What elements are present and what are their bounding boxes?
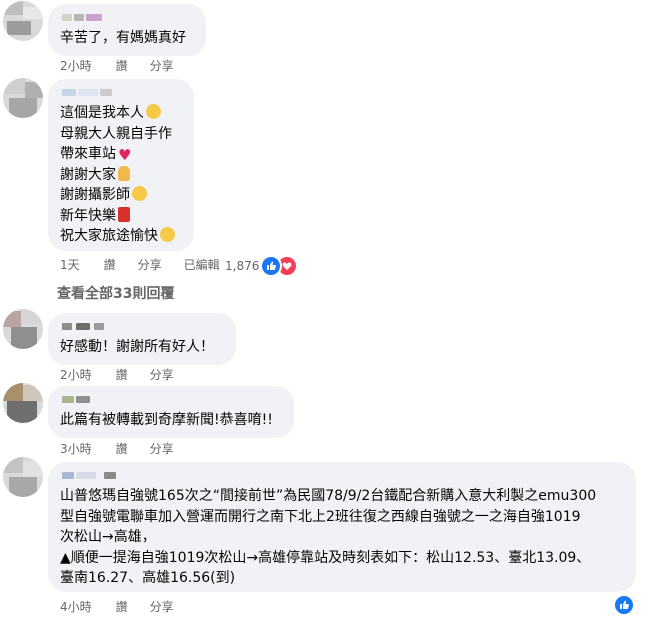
comment-bubble: 山普悠瑪自強號165次之“間接前世”為民國78/9/2台鐵配合新購入意大利製之e…	[48, 462, 636, 592]
avatar[interactable]	[3, 1, 43, 41]
pleading-face-icon	[132, 186, 147, 201]
comment-actions: 2小時 讚 分享	[60, 57, 196, 75]
smiling-face-icon	[160, 227, 175, 242]
comment-line: 這個是我本人	[60, 103, 182, 124]
comment-bubble: 這個是我本人 母親大人親自手作 帶來車站 ♥ 謝謝大家 謝謝攝影師 新年快樂 祝大…	[48, 79, 194, 251]
reaction-summary[interactable]	[613, 594, 635, 616]
reaction-summary[interactable]: 1,876	[225, 255, 299, 277]
red-envelope-icon	[118, 206, 130, 222]
comment-time[interactable]: 2小時	[60, 366, 92, 384]
comment-line: 型自強號電聯車加入營運而開行之南下北上2班往復之西線自強號之一之海自強1019	[60, 508, 581, 525]
comment-time[interactable]: 2小時	[60, 57, 92, 75]
comment-line: 謝謝大家	[60, 165, 182, 186]
avatar[interactable]	[3, 78, 43, 118]
flushed-face-icon	[146, 104, 161, 119]
comment-time[interactable]: 1天	[60, 256, 80, 274]
share-button[interactable]: 分享	[150, 366, 174, 384]
red-heart-icon: ♥	[118, 146, 132, 164]
commenter-name-redacted[interactable]	[60, 321, 224, 333]
commenter-name-redacted[interactable]	[60, 12, 194, 24]
comment-actions: 1天 讚 分享 已編輯	[60, 256, 242, 274]
share-button[interactable]: 分享	[138, 256, 162, 274]
comment-line: 母親大人親自手作	[60, 125, 172, 142]
avatar[interactable]	[3, 383, 43, 423]
like-button[interactable]: 讚	[116, 57, 128, 75]
comment-line: 新年快樂	[60, 206, 182, 227]
share-button[interactable]: 分享	[150, 598, 174, 616]
avatar[interactable]	[3, 457, 43, 497]
comment-actions: 3小時 讚 分享	[60, 440, 196, 458]
comment-line: 山普悠瑪自強號165次之“間接前世”為民國78/9/2台鐵配合新購入意大利製之e…	[60, 488, 597, 504]
comment-text: 好感動！謝謝所有好人！	[60, 339, 214, 355]
comment-line: 帶來車站 ♥	[60, 146, 132, 164]
like-button[interactable]: 讚	[116, 440, 128, 458]
comment-text: 此篇有被轉載到奇摩新聞!恭喜唷!!	[60, 412, 273, 428]
view-all-replies-link[interactable]: 查看全部33則回覆	[57, 283, 174, 303]
commenter-name-redacted[interactable]	[60, 394, 282, 406]
comment-text: 辛苦了，有媽媽真好	[60, 30, 186, 46]
like-button[interactable]: 讚	[104, 256, 116, 274]
share-button[interactable]: 分享	[150, 440, 174, 458]
like-button[interactable]: 讚	[116, 598, 128, 616]
comment-bubble: 辛苦了，有媽媽真好	[48, 4, 206, 56]
reaction-count: 1,876	[225, 259, 260, 273]
comment-bubble: 好感動！謝謝所有好人！	[48, 313, 236, 365]
comment-time[interactable]: 3小時	[60, 440, 92, 458]
comment-line: ▲順便一提海自強1019次松山→高雄停靠站及時刻表如下：松山12.53、臺北13…	[60, 549, 591, 566]
comment-actions: 2小時 讚 分享	[60, 366, 196, 384]
comment-actions: 4小時 讚 分享	[60, 598, 196, 616]
like-button[interactable]: 讚	[116, 366, 128, 384]
commenter-name-redacted[interactable]	[60, 470, 624, 482]
comment-line: 臺南16.27、高雄16.56(到)	[60, 570, 236, 586]
avatar[interactable]	[3, 309, 43, 349]
commenter-name-redacted[interactable]	[60, 87, 182, 99]
comment-line: 謝謝攝影師	[60, 185, 182, 206]
share-button[interactable]: 分享	[150, 57, 174, 75]
comment-line: 祝大家旅途愉快	[60, 226, 182, 247]
comment-line: 次松山→高雄，	[60, 529, 156, 545]
like-reaction-icon	[613, 594, 635, 616]
comment-bubble: 此篇有被轉載到奇摩新聞!恭喜唷!!	[48, 386, 294, 438]
folded-hands-icon	[118, 165, 130, 181]
edited-label[interactable]: 已編輯	[184, 256, 220, 274]
comment-time[interactable]: 4小時	[60, 598, 92, 616]
